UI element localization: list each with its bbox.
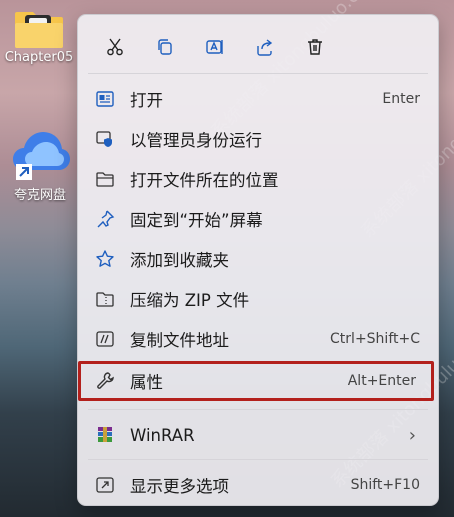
menu-item-pin-to-start[interactable]: 固定到“开始”屏幕: [78, 199, 438, 239]
shortcut-text: Alt+Enter: [347, 373, 416, 389]
delete-button[interactable]: [290, 33, 340, 61]
menu-item-label: 打开文件所在的位置: [130, 171, 279, 190]
menu-item-open-location[interactable]: 打开文件所在的位置: [78, 159, 438, 199]
quark-cloud-icon: [13, 132, 70, 180]
menu-item-label: 压缩为 ZIP 文件: [130, 291, 250, 310]
open-icon: [94, 88, 116, 110]
copy-icon: [158, 39, 172, 55]
copy-path-icon: [94, 328, 116, 350]
menu-item-winrar[interactable]: WinRAR ›: [78, 415, 438, 455]
menu-item-compress-zip[interactable]: 压缩为 ZIP 文件: [78, 279, 438, 319]
desktop-folder[interactable]: Chapter05: [4, 6, 74, 65]
wrench-icon: [94, 370, 116, 392]
share-icon: [257, 39, 273, 56]
menu-toolbar: [78, 15, 438, 65]
scissors-icon: [107, 38, 123, 56]
menu-item-add-favorites[interactable]: 添加到收藏夹: [78, 239, 438, 279]
menu-item-label: 添加到收藏夹: [130, 251, 229, 270]
menu-item-label: 以管理员身份运行: [130, 131, 262, 150]
zip-icon: [94, 288, 116, 310]
shortcut-text: Enter: [382, 91, 420, 107]
folder-icon: [15, 12, 63, 48]
menu-item-show-more[interactable]: 显示更多选项 Shift+F10: [78, 465, 438, 505]
desktop-app[interactable]: 夸克网盘: [4, 126, 76, 203]
copy-button[interactable]: [140, 33, 190, 61]
menu-item-properties[interactable]: 属性 Alt+Enter: [78, 361, 434, 401]
app-label: 夸克网盘: [13, 188, 66, 203]
winrar-icon: [94, 424, 116, 446]
shield-icon: [94, 128, 116, 150]
menu-item-copy-path[interactable]: 复制文件地址 Ctrl+Shift+C: [78, 319, 438, 359]
menu-item-label: 属性: [130, 373, 163, 392]
pin-icon: [94, 208, 116, 230]
menu-item-label: 打开: [130, 91, 163, 110]
cut-button[interactable]: [90, 33, 140, 61]
menu-item-open[interactable]: 打开 Enter: [78, 79, 438, 119]
star-icon: [94, 248, 116, 270]
menu-item-label: 显示更多选项: [130, 477, 229, 496]
folder-icon: [94, 168, 116, 190]
menu-item-run-as-admin[interactable]: 以管理员身份运行: [78, 119, 438, 159]
context-menu: 打开 Enter 以管理员身份运行 打开文件所在的位置 固定到“开始”屏幕 添加…: [77, 14, 439, 506]
folder-label: Chapter05: [4, 50, 74, 65]
more-options-icon: [94, 474, 116, 496]
rename-icon: [206, 40, 223, 54]
menu-item-label: WinRAR: [130, 425, 195, 445]
menu-item-label: 复制文件地址: [130, 331, 229, 350]
trash-icon: [308, 39, 322, 55]
share-button[interactable]: [240, 33, 290, 61]
submenu-arrow-icon: ›: [408, 424, 416, 446]
rename-button[interactable]: [190, 33, 240, 61]
shortcut-text: Shift+F10: [350, 477, 420, 493]
shortcut-text: Ctrl+Shift+C: [330, 331, 420, 347]
menu-item-label: 固定到“开始”屏幕: [130, 211, 263, 230]
